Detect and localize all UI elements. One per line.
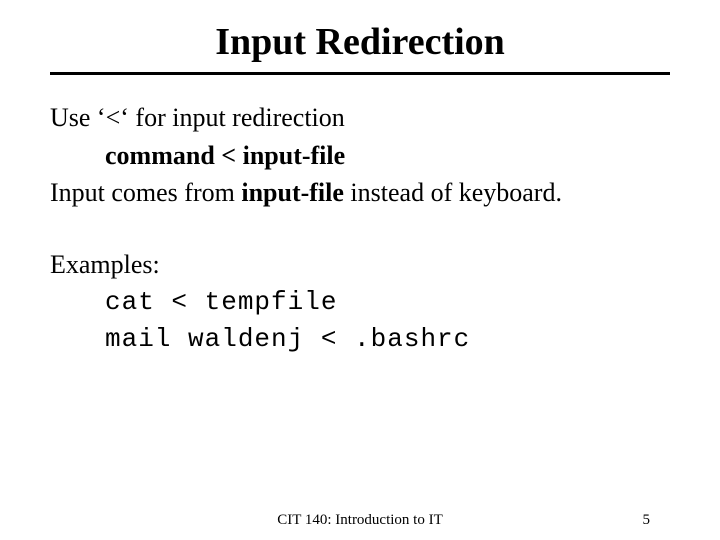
desc-part-a: Input comes from — [50, 178, 241, 207]
footer-course-label: CIT 140: Introduction to IT — [0, 512, 720, 529]
examples-heading: Examples: — [50, 246, 670, 284]
syntax-line: command < input-file — [50, 137, 670, 175]
title-divider — [50, 72, 670, 75]
footer-page-number: 5 — [643, 512, 651, 529]
spacer — [50, 212, 670, 246]
description-line: Input comes from input-file instead of k… — [50, 174, 670, 212]
desc-part-c: instead of keyboard. — [344, 178, 562, 207]
slide-body: Use ‘<‘ for input redirection command < … — [50, 99, 670, 359]
desc-part-b: input-file — [241, 178, 344, 207]
example-line-2: mail waldenj < .bashrc — [50, 321, 670, 359]
example-line-1: cat < tempfile — [50, 284, 670, 322]
slide-title: Input Redirection — [50, 20, 670, 64]
intro-line: Use ‘<‘ for input redirection — [50, 99, 670, 137]
